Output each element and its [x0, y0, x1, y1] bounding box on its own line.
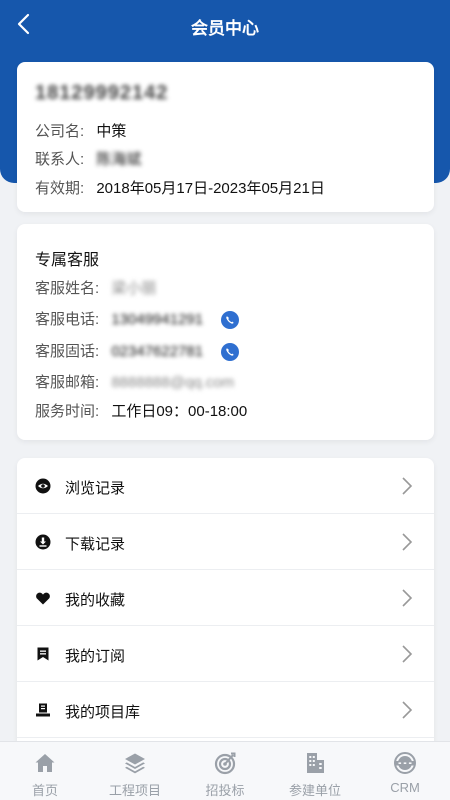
menu-label: 我的项目库: [65, 704, 141, 721]
chevron-right-icon: [402, 645, 413, 663]
validity-row: 有效期: 2018年05月17日-2023年05月21日: [35, 177, 325, 198]
service-email-row: 客服邮箱: 8888888@qq.com: [35, 371, 234, 392]
service-name-label: 客服姓名:: [35, 280, 100, 297]
service-name-value: 梁小丽: [111, 280, 157, 297]
contact-row: 联系人: 陈海斌: [35, 148, 141, 169]
contact-label: 联系人:: [35, 151, 85, 168]
target-icon: [214, 752, 236, 775]
bottom-tab-bar: 首页 工程项目 招投标 参建单位 CRM: [0, 741, 450, 800]
service-hours-label: 服务时间:: [35, 403, 100, 420]
service-phone-row: 客服电话: 13049941291: [35, 308, 240, 330]
service-name-row: 客服姓名: 梁小丽: [35, 277, 156, 298]
chevron-right-icon: [402, 589, 413, 607]
tab-label: CRM: [390, 780, 420, 795]
company-label: 公司名:: [35, 123, 85, 140]
tab-participants[interactable]: 参建单位: [270, 742, 360, 800]
chevron-right-icon: [402, 533, 413, 551]
call-phone-icon[interactable]: [221, 311, 240, 330]
menu-label: 我的收藏: [65, 592, 126, 609]
menu-card: 浏览记录 下载记录 我的收藏 我的订阅 我的项目库: [17, 458, 434, 758]
service-hours-value: 工作日09：00-18:00: [111, 403, 248, 420]
service-landline-row: 客服固话: 02347622781: [35, 340, 240, 362]
company-row: 公司名: 中策: [35, 120, 126, 141]
service-email-label: 客服邮箱:: [35, 374, 100, 391]
menu-label: 我的订阅: [65, 648, 126, 665]
layers-icon: [125, 753, 145, 774]
eye-icon: [35, 478, 51, 494]
tab-home[interactable]: 首页: [0, 742, 90, 800]
menu-item-download-history[interactable]: 下载记录: [17, 514, 434, 570]
bookmark-icon: [37, 647, 49, 661]
validity-label: 有效期:: [35, 180, 85, 197]
tab-label: 工程项目: [108, 783, 161, 798]
service-section-title: 专属客服: [35, 252, 100, 269]
account-number: 18129992142: [35, 82, 169, 104]
page-title: 会员中心: [191, 19, 259, 38]
service-landline-label: 客服固话:: [35, 343, 100, 360]
menu-label: 浏览记录: [65, 480, 126, 497]
project-library-icon: [36, 703, 50, 717]
tab-projects[interactable]: 工程项目: [90, 742, 180, 800]
call-landline-icon[interactable]: [221, 343, 240, 362]
service-phone-value[interactable]: 13049941291: [111, 311, 203, 328]
tab-bidding[interactable]: 招投标: [180, 742, 270, 800]
chevron-right-icon: [402, 701, 413, 719]
menu-item-favorites[interactable]: 我的收藏: [17, 570, 434, 626]
tab-label: 首页: [31, 783, 58, 798]
menu-item-browse-history[interactable]: 浏览记录: [17, 458, 434, 514]
top-bar: 会员中心: [0, 0, 450, 52]
service-phone-label: 客服电话:: [35, 311, 100, 328]
service-email-value: 8888888@qq.com: [111, 374, 235, 391]
menu-item-subscriptions[interactable]: 我的订阅: [17, 626, 434, 682]
download-icon: [35, 534, 51, 550]
service-landline-value[interactable]: 02347622781: [111, 343, 203, 360]
tab-crm[interactable]: CRM: [360, 742, 450, 800]
service-hours-row: 服务时间: 工作日09：00-18:00: [35, 400, 247, 421]
service-card: 专属客服 客服姓名: 梁小丽 客服电话: 13049941291 客服固话: 0…: [17, 224, 434, 440]
company-value: 中策: [96, 123, 127, 140]
chevron-right-icon: [402, 477, 413, 495]
tab-label: 参建单位: [288, 783, 341, 798]
heart-icon: [36, 592, 50, 605]
home-icon: [35, 754, 55, 772]
crm-icon: [394, 752, 416, 774]
tab-label: 招投标: [205, 783, 245, 798]
menu-label: 下载记录: [65, 536, 126, 553]
validity-value: 2018年05月17日-2023年05月21日: [96, 180, 325, 197]
contact-value: 陈海斌: [96, 151, 142, 168]
member-info-card: 18129992142 公司名: 中策 联系人: 陈海斌 有效期: 2018年0…: [17, 62, 434, 212]
building-icon: [307, 753, 324, 773]
menu-item-project-library[interactable]: 我的项目库: [17, 682, 434, 738]
